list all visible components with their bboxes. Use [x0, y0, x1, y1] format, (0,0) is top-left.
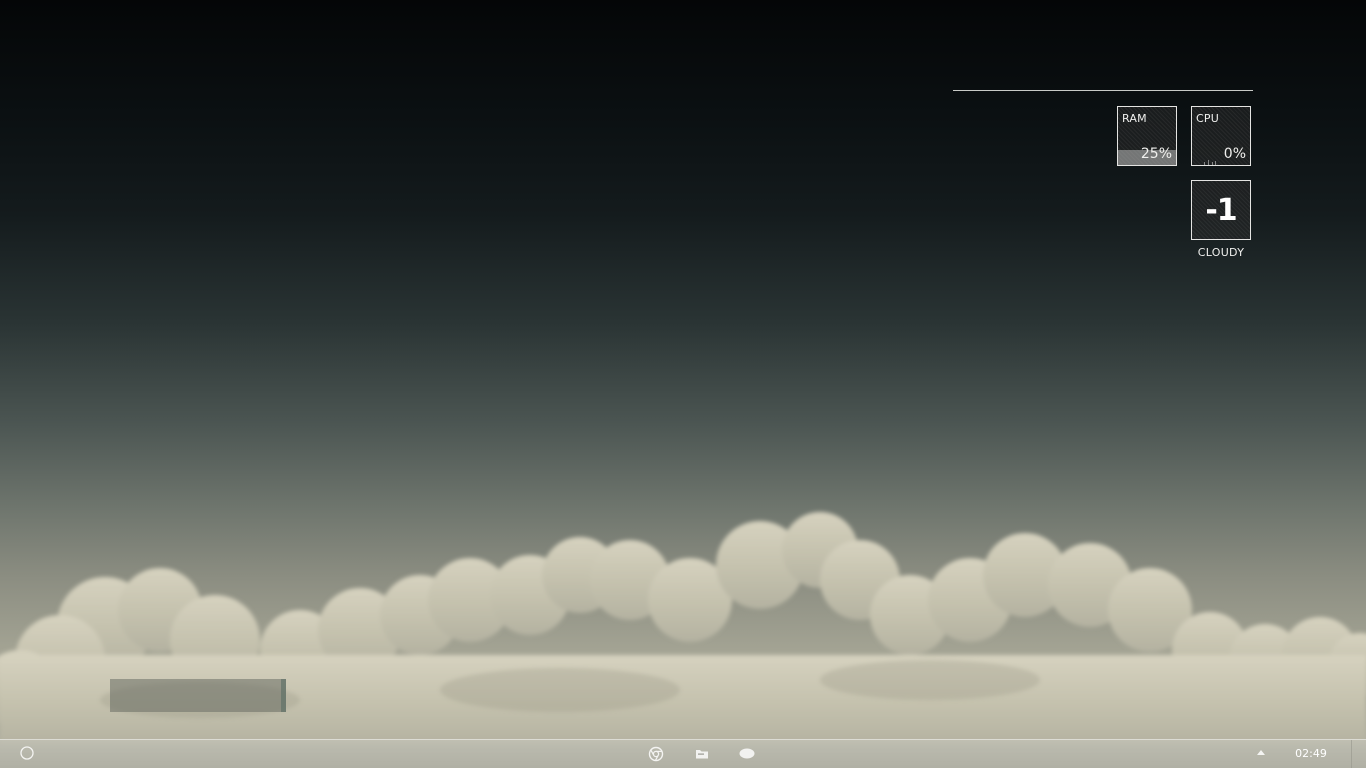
- widget-divider: [953, 90, 1253, 91]
- chat-bubble-icon: [739, 748, 755, 759]
- start-button[interactable]: [18, 744, 36, 762]
- cpu-value: 0%: [1223, 146, 1246, 162]
- weather-temperature: -1: [1205, 193, 1237, 228]
- ram-label: RAM: [1122, 112, 1147, 125]
- weather-widget[interactable]: -1: [1191, 180, 1251, 240]
- folder-icon: [696, 750, 708, 759]
- tray-expand-arrow-icon: [1257, 750, 1265, 755]
- tray-expand-button[interactable]: [1254, 746, 1268, 760]
- start-orb-icon: [20, 746, 34, 760]
- taskbar-clock[interactable]: 02:49: [1288, 747, 1334, 760]
- ram-value: 25%: [1140, 146, 1172, 162]
- taskbar: 02:49: [0, 739, 1366, 768]
- taskbar-app-chat[interactable]: [738, 745, 756, 763]
- translucent-window-panel[interactable]: [110, 679, 286, 712]
- taskbar-app-explorer[interactable]: [693, 745, 711, 763]
- show-desktop-button[interactable]: [1351, 740, 1366, 768]
- chrome-icon: [648, 746, 664, 762]
- weather-condition: CLOUDY: [1197, 246, 1245, 259]
- cpu-meter-widget[interactable]: CPU 0%: [1191, 106, 1251, 166]
- desktop[interactable]: RAM 25% CPU 0% -1 CLOUDY 02:49: [0, 0, 1366, 768]
- ram-meter-widget[interactable]: RAM 25%: [1117, 106, 1177, 166]
- taskbar-app-chrome[interactable]: [647, 745, 665, 763]
- cpu-label: CPU: [1196, 112, 1219, 125]
